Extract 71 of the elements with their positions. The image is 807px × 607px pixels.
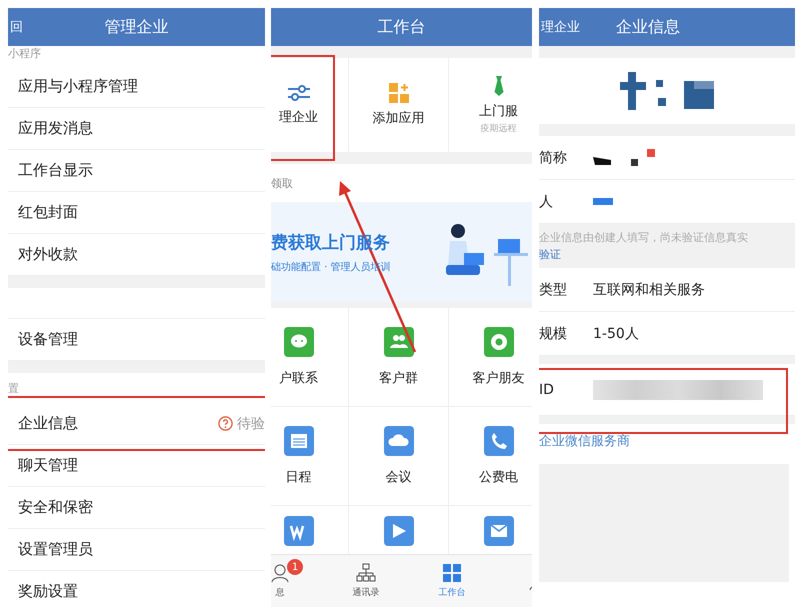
menu-item-label: 应用与小程序管理 [18, 77, 138, 96]
tile-label: 上门服 [479, 102, 518, 120]
notice-text: 企业信息由创建人填写，尚未验证信息真实 [539, 230, 749, 245]
menu-item[interactable]: 应用与小程序管理 [8, 66, 265, 108]
org-chart-icon [356, 563, 376, 583]
menu-item-label: 安全和保密 [18, 498, 93, 517]
redacted-value [593, 148, 657, 166]
tab[interactable]: 息 1 [271, 555, 323, 607]
app-label: 客户朋友 [472, 370, 524, 387]
section-label: 领取 [271, 176, 293, 190]
tab[interactable]: 通讯录 [323, 555, 409, 607]
menu-item-label: 企业信息 [18, 414, 78, 433]
app-label: 户联系 [279, 370, 318, 387]
tie-icon [494, 76, 504, 96]
app-tile[interactable]: 日程 [271, 407, 349, 506]
back-link[interactable]: 理企业 [539, 18, 580, 36]
envelope-icon [484, 516, 514, 546]
menu-item[interactable]: 工作台显示 [8, 150, 265, 192]
app-label: 客户群 [379, 370, 418, 387]
app-label: 公费电 [479, 469, 518, 486]
app-label: 会议 [386, 469, 412, 486]
redacted-value [593, 198, 613, 205]
tab[interactable]: 工作台 [409, 555, 495, 607]
menu-item[interactable]: 设置管理员 [8, 529, 265, 571]
menu-item-label: 红包封面 [18, 203, 78, 222]
provider-link[interactable]: 企业微信服务商 [539, 432, 630, 450]
section-label: 小程序 [8, 46, 41, 61]
menu-item-label: 设置管理员 [18, 540, 93, 559]
tile-label: 添加应用 [372, 110, 424, 127]
grid-icon [442, 563, 462, 583]
document-w-icon [284, 516, 314, 546]
field-label: ID [539, 382, 555, 398]
menu-item-label: 聊天管理 [18, 456, 78, 475]
app-label: 日程 [286, 469, 312, 486]
unread-badge: 1 [287, 559, 303, 575]
app-tile[interactable]: 客户群 [349, 308, 449, 407]
section-label: 置 [8, 380, 19, 396]
menu-item-label: 对外收款 [18, 245, 78, 264]
header-title: 管理企业 [104, 16, 168, 38]
calendar-icon [284, 426, 314, 456]
chat-bubble-icon [284, 327, 314, 357]
menu-item[interactable]: 安全和保密 [8, 487, 265, 529]
header-title: 工作台 [378, 16, 426, 38]
app-tile[interactable]: 户联系 [271, 308, 349, 407]
tile-subtitle: 疫期远程 [480, 122, 516, 134]
header-title: 企业信息 [616, 16, 680, 38]
sliders-icon [286, 84, 310, 102]
add-app-icon [388, 83, 408, 103]
menu-item-label: 奖励设置 [18, 582, 78, 601]
play-logo-icon [384, 516, 414, 546]
status-text: 待验 [237, 414, 265, 432]
person-icon [271, 563, 290, 583]
menu-item[interactable]: 红包封面 [8, 192, 265, 234]
cloud-icon [384, 426, 414, 456]
app-tile[interactable]: 会议 [349, 407, 449, 506]
field-value: 1-50人 [593, 324, 639, 342]
phone-icon [484, 426, 514, 456]
tile-label: 理企业 [279, 109, 318, 126]
back-link[interactable]: 回 [8, 18, 23, 36]
menu-item-label: 工作台显示 [18, 161, 93, 180]
field-value: 互联网和相关服务 [593, 280, 705, 298]
field-label: 人 [539, 192, 554, 210]
question-icon [218, 416, 233, 431]
menu-item[interactable]: 企业信息 待验 [8, 403, 265, 445]
menu-item-label: 应用发消息 [18, 119, 93, 138]
people-icon [384, 327, 414, 357]
aperture-icon [484, 327, 514, 357]
menu-item[interactable]: 应用发消息 [8, 108, 265, 150]
verify-link[interactable]: 验证 [539, 247, 795, 262]
menu-item-label: 设备管理 [18, 330, 78, 349]
menu-item[interactable]: 奖励设置 [8, 571, 265, 607]
